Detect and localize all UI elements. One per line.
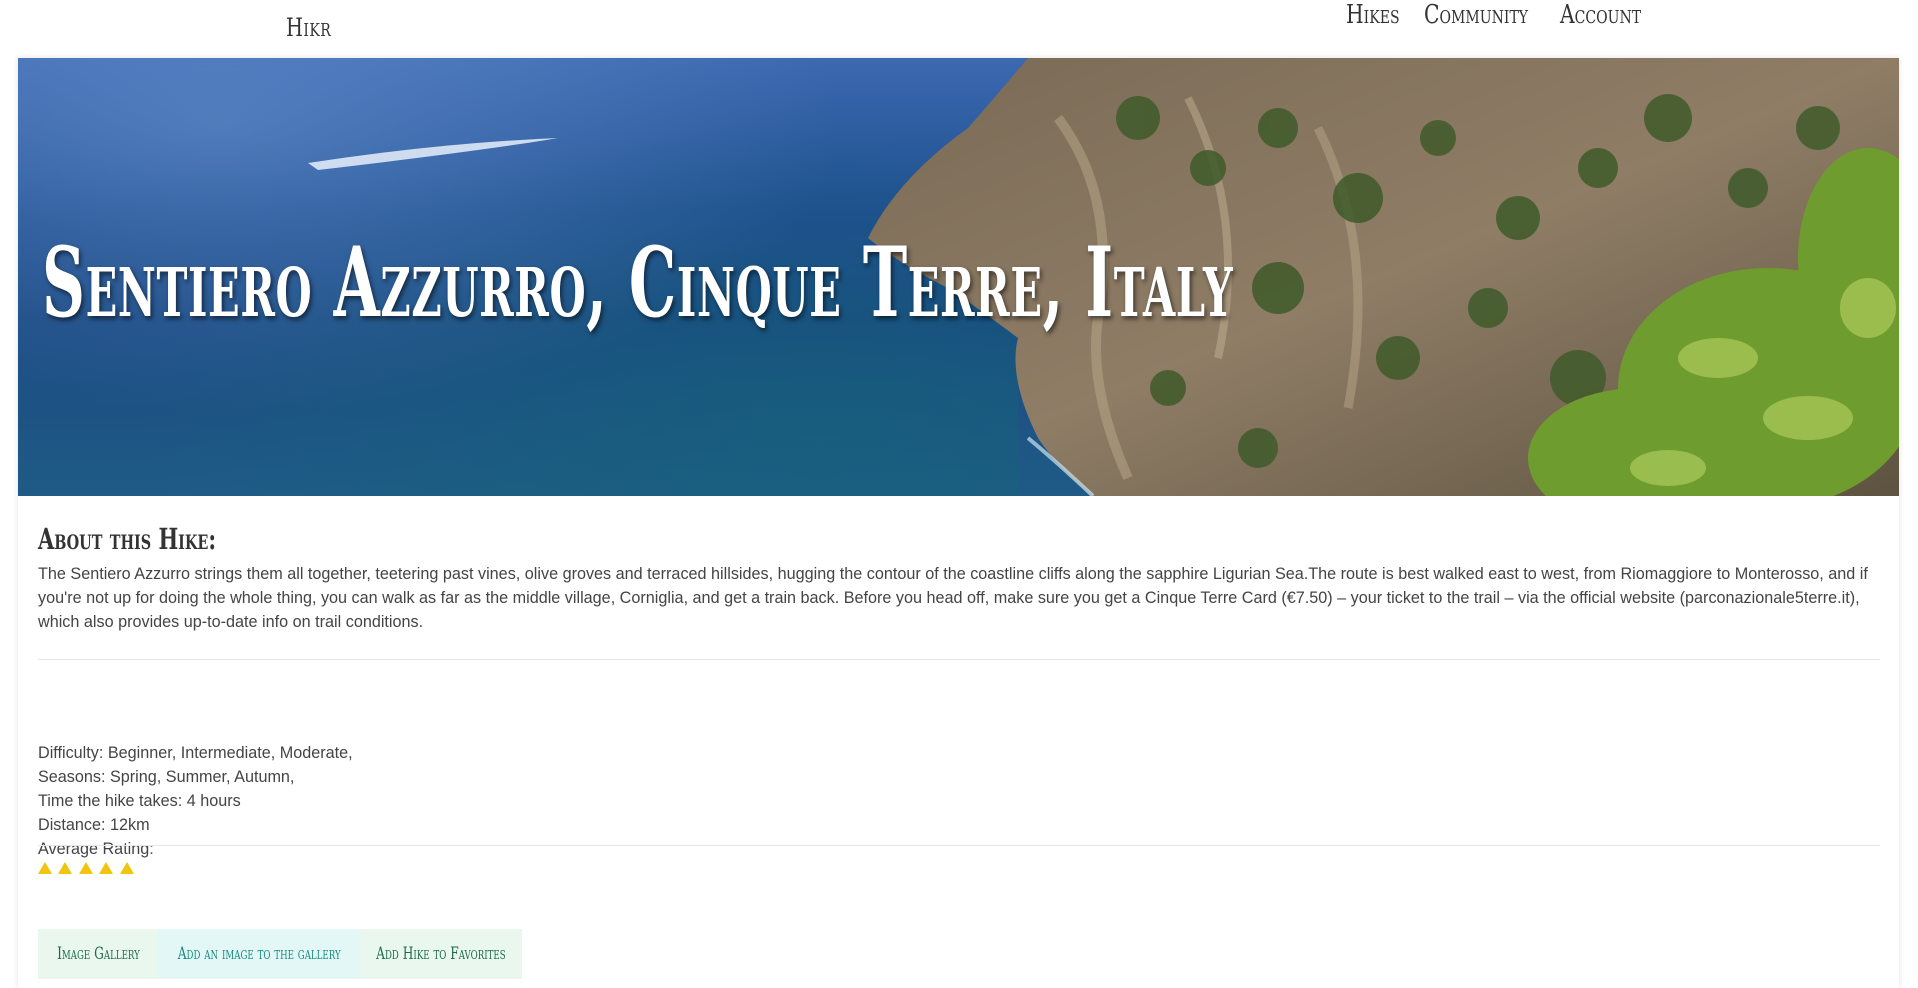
divider — [38, 659, 1880, 660]
difficulty-text: Difficulty: Beginner, Intermediate, Mode… — [38, 744, 353, 762]
time-text: Time the hike takes: 4 hours — [38, 792, 241, 810]
hike-card: Sentiero Azzurro, Cinque Terre, Italy Ab… — [18, 58, 1899, 988]
nav-link-hikes[interactable]: Hikes — [1346, 0, 1400, 30]
hike-title: Sentiero Azzurro, Cinque Terre, Italy — [42, 226, 1234, 339]
add-favorite-label: Add Hike to Favorites — [376, 944, 506, 964]
rating-label: Average Rating: — [38, 840, 154, 858]
about-heading: About this Hike: — [38, 522, 217, 556]
hike-details: Difficulty: Beginner, Intermediate, Mode… — [38, 741, 353, 861]
add-image-button[interactable]: Add an image to the gallery — [158, 929, 360, 979]
rating-star-icon — [78, 862, 93, 874]
rating-star-icon — [38, 862, 52, 874]
nav-link-account[interactable]: Account — [1560, 0, 1641, 30]
divider — [38, 845, 1880, 846]
about-description: The Sentiero Azzurro strings them all to… — [38, 565, 1868, 631]
add-image-label: Add an image to the gallery — [177, 944, 341, 964]
rating-star-icon — [99, 862, 114, 874]
image-gallery-button[interactable]: Image Gallery — [38, 929, 158, 979]
rating-star-icon — [58, 862, 73, 874]
seasons-text: Seasons: Spring, Summer, Autumn, — [38, 768, 295, 786]
top-navbar: Hikr Hikes Community Account — [0, 0, 1918, 58]
rating-star-icon — [119, 862, 134, 874]
add-favorite-button[interactable]: Add Hike to Favorites — [360, 929, 522, 979]
nav-link-community[interactable]: Community — [1424, 0, 1528, 30]
image-gallery-label: Image Gallery — [56, 944, 140, 964]
brand-logo[interactable]: Hikr — [286, 13, 331, 42]
distance-text: Distance: 12km — [38, 816, 150, 834]
hero-banner: Sentiero Azzurro, Cinque Terre, Italy — [18, 58, 1899, 496]
rating-stars — [38, 861, 136, 875]
